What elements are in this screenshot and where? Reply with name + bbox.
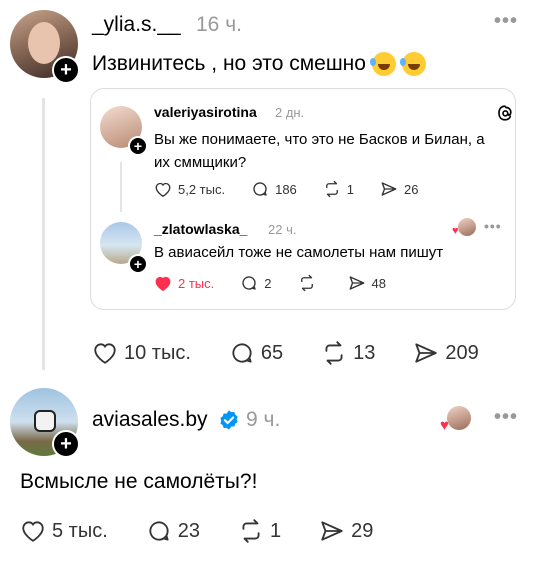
- reply-text: Всмысле не самолёты?!: [20, 470, 258, 493]
- like-count: 5 тыс.: [52, 519, 108, 542]
- quote-text: Вы же понимаете, что это не Басков и Бил…: [154, 131, 485, 171]
- share-count: 48: [371, 275, 386, 291]
- comment-count: 23: [177, 519, 201, 542]
- post-timestamp: 16 ч.: [196, 13, 242, 36]
- more-dots-icon[interactable]: •••: [494, 10, 518, 33]
- share-count: 26: [404, 181, 419, 197]
- quote-timestamp: 2 дн.: [275, 105, 305, 120]
- reply-author-username[interactable]: _zlatowlaska_: [154, 221, 247, 237]
- more-dots-icon[interactable]: •••: [484, 218, 502, 234]
- reply-author-username[interactable]: aviasales.by: [92, 408, 208, 432]
- quote-thread-connector: [120, 162, 122, 212]
- share-count: 209: [445, 341, 479, 364]
- share-button[interactable]: 29: [319, 518, 373, 544]
- reply-timestamp: 22 ч.: [268, 222, 297, 237]
- like-button[interactable]: 5,2 тыс.: [154, 180, 225, 198]
- quote-actions-bar: 5,2 тыс. 186 1 26: [154, 180, 419, 198]
- thread-connector-line: [42, 98, 45, 370]
- repost-button[interactable]: 13: [321, 340, 375, 366]
- repost-button[interactable]: 1: [323, 180, 354, 198]
- threads-logo-icon[interactable]: [496, 104, 514, 127]
- share-button[interactable]: 209: [413, 340, 479, 366]
- like-button[interactable]: 2 тыс.: [154, 274, 214, 292]
- share-count: 29: [351, 519, 374, 542]
- more-dots-icon[interactable]: •••: [494, 406, 518, 429]
- like-button[interactable]: 5 тыс.: [20, 518, 108, 544]
- reply-actions-bar: 2 тыс. 2 48: [154, 274, 386, 292]
- share-button[interactable]: 48: [348, 274, 386, 292]
- comment-count: 65: [260, 341, 284, 364]
- repost-button[interactable]: 1: [238, 518, 281, 544]
- follow-plus-icon[interactable]: +: [128, 136, 148, 156]
- repost-count: 1: [270, 519, 282, 542]
- share-button[interactable]: 26: [380, 180, 419, 198]
- like-count: 5,2 тыс.: [178, 181, 226, 197]
- like-button[interactable]: 10 тыс.: [92, 340, 191, 366]
- reply-timestamp: 9 ч.: [246, 408, 281, 431]
- follow-plus-icon[interactable]: +: [52, 430, 80, 458]
- liked-by-author-avatar: ♥: [440, 406, 471, 433]
- quote-author-username[interactable]: valeriyasirotina: [154, 104, 257, 120]
- repost-count: 13: [353, 341, 376, 364]
- comment-button[interactable]: 2: [240, 274, 272, 292]
- repost-count: 1: [346, 181, 355, 197]
- reply-actions-bar: 5 тыс. 23 1 29: [20, 518, 373, 544]
- verified-badge-icon: [218, 409, 240, 436]
- repost-button[interactable]: [298, 274, 322, 292]
- sweat-smile-emoji-icon: [369, 52, 396, 76]
- post-text-row: Извинитесь , но это смешно: [92, 52, 426, 76]
- like-count: 2 тыс.: [178, 275, 215, 291]
- comment-button[interactable]: 65: [229, 340, 283, 366]
- comment-count: 186: [275, 181, 297, 197]
- like-count: 10 тыс.: [124, 341, 191, 364]
- follow-plus-icon[interactable]: +: [128, 254, 148, 274]
- follow-plus-icon[interactable]: +: [52, 56, 80, 84]
- comment-count: 2: [264, 275, 272, 291]
- liked-by-author-avatar: ♥: [452, 218, 476, 238]
- joy-emoji-icon: [399, 52, 426, 76]
- reply-text: В авиасейл тоже не самолеты нам пишут: [154, 244, 444, 261]
- post-actions-bar: 10 тыс. 65 13 209: [92, 340, 479, 366]
- post-author-username[interactable]: _ylia.s.__: [92, 13, 181, 37]
- comment-button[interactable]: 186: [251, 180, 297, 198]
- comment-button[interactable]: 23: [146, 518, 200, 544]
- post-text: Извинитесь , но это смешно: [92, 52, 366, 75]
